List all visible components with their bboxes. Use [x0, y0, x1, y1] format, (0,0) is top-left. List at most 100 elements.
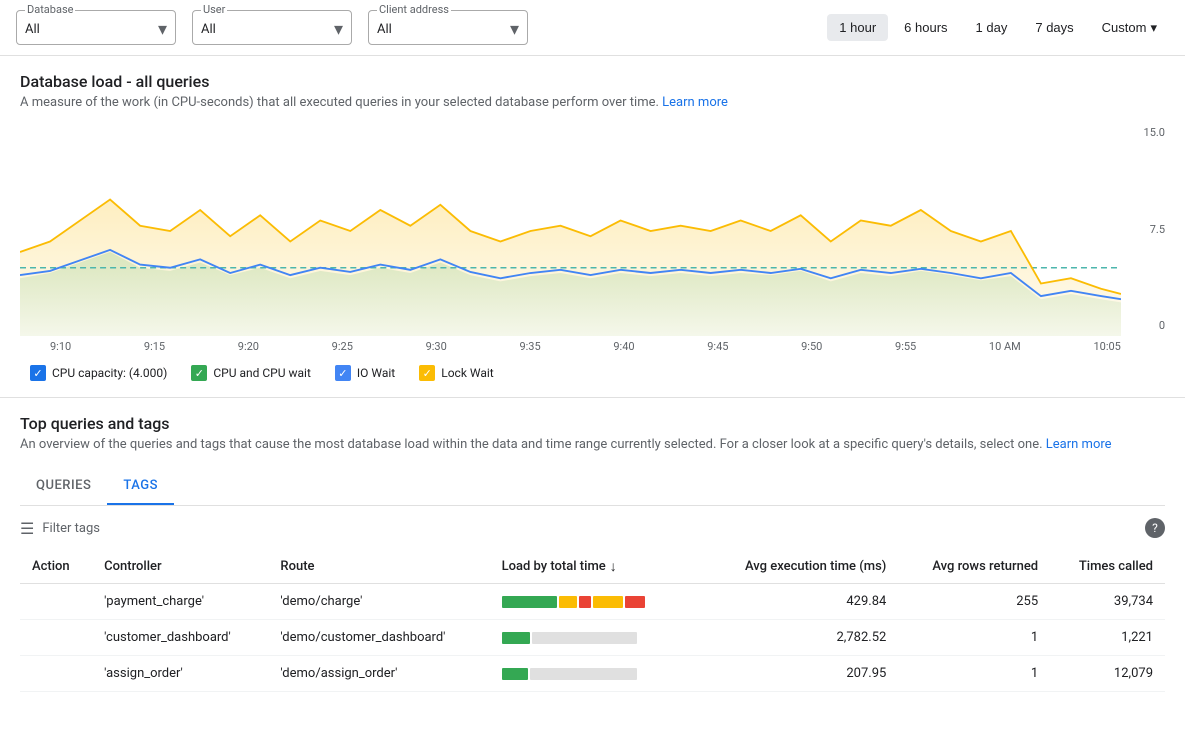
legend-lock-wait-check: ✓ [419, 365, 435, 381]
bottom-learn-more-link[interactable]: Learn more [1046, 437, 1112, 452]
help-icon[interactable]: ? [1145, 518, 1165, 538]
chart-learn-more-link[interactable]: Learn more [662, 95, 728, 110]
client-address-value: All [377, 22, 392, 37]
legend-cpu-wait: ✓ CPU and CPU wait [191, 365, 311, 381]
tab-queries[interactable]: QUERIES [20, 468, 107, 505]
section-divider [0, 397, 1185, 398]
x-label: 10 AM [989, 340, 1021, 353]
x-label: 9:25 [332, 340, 353, 353]
y-label-bottom: 0 [1159, 319, 1165, 332]
table-row[interactable]: 'payment_charge' 'demo/charge' 429.84 25… [20, 584, 1165, 620]
client-address-label: Client address [377, 3, 451, 16]
x-label: 9:40 [613, 340, 634, 353]
col-action: Action [20, 550, 92, 584]
legend-cpu-wait-check: ✓ [191, 365, 207, 381]
x-label: 10:05 [1093, 340, 1120, 353]
x-label: 9:50 [801, 340, 822, 353]
col-avg-exec: Avg execution time (ms) [705, 550, 898, 584]
cell-load [490, 656, 705, 692]
user-filter[interactable]: User All ▾ [192, 10, 352, 45]
time-btn-custom[interactable]: Custom ▾ [1090, 14, 1169, 42]
chart-section: Database load - all queries A measure of… [0, 56, 1185, 397]
database-arrow-icon: ▾ [158, 19, 167, 40]
cell-action [20, 656, 92, 692]
client-address-arrow-icon: ▾ [510, 19, 519, 40]
load-bar [502, 668, 662, 680]
database-filter[interactable]: Database All ▾ [16, 10, 176, 45]
user-filter-label: User [201, 3, 227, 16]
cell-controller: 'assign_order' [92, 656, 268, 692]
cell-times-called: 1,221 [1050, 620, 1165, 656]
chart-svg [20, 126, 1121, 336]
legend-lock-wait: ✓ Lock Wait [419, 365, 493, 381]
cell-avg-rows: 1 [898, 620, 1050, 656]
col-load[interactable]: Load by total time ↓ [490, 550, 705, 584]
x-label: 9:15 [144, 340, 165, 353]
time-btn-7days[interactable]: 7 days [1023, 14, 1085, 41]
database-filter-label: Database [25, 3, 75, 16]
time-btn-1day[interactable]: 1 day [964, 14, 1020, 41]
tab-tags[interactable]: TAGS [107, 468, 174, 505]
load-segment-orange2 [593, 596, 623, 608]
col-avg-rows: Avg rows returned [898, 550, 1050, 584]
cell-action [20, 584, 92, 620]
load-segment-gray [532, 632, 637, 644]
time-range-group: 1 hour 6 hours 1 day 7 days Custom ▾ [827, 14, 1169, 42]
col-route: Route [268, 550, 489, 584]
client-address-filter[interactable]: Client address All ▾ [368, 10, 528, 45]
chart-y-labels: 15.0 7.5 0 [1125, 126, 1165, 336]
cell-route: 'demo/customer_dashboard' [268, 620, 489, 656]
cell-avg-rows: 1 [898, 656, 1050, 692]
table-row[interactable]: 'assign_order' 'demo/assign_order' 207.9… [20, 656, 1165, 692]
user-arrow-icon: ▾ [334, 19, 343, 40]
x-label: 9:30 [426, 340, 447, 353]
client-address-select[interactable]: All ▾ [377, 15, 519, 40]
user-value: All [201, 22, 216, 37]
cell-times-called: 12,079 [1050, 656, 1165, 692]
chart-legend: ✓ CPU capacity: (4.000) ✓ CPU and CPU wa… [20, 353, 1165, 397]
load-bar [502, 596, 662, 608]
chart-area [20, 126, 1121, 336]
cell-route: 'demo/assign_order' [268, 656, 489, 692]
filter-icon: ☰ [20, 519, 34, 538]
time-btn-6hours[interactable]: 6 hours [892, 14, 959, 41]
load-segment-red [579, 596, 591, 608]
custom-arrow-icon: ▾ [1150, 20, 1157, 36]
table-row[interactable]: 'customer_dashboard' 'demo/customer_dash… [20, 620, 1165, 656]
cell-load [490, 584, 705, 620]
load-segment-red2 [625, 596, 645, 608]
user-select[interactable]: All ▾ [201, 15, 343, 40]
y-label-mid: 7.5 [1150, 223, 1165, 236]
filter-tags-left: ☰ Filter tags [20, 519, 100, 538]
cell-avg-rows: 255 [898, 584, 1050, 620]
x-axis-labels: 9:10 9:15 9:20 9:25 9:30 9:35 9:40 9:45 … [20, 336, 1165, 353]
data-table: Action Controller Route Load by total ti… [20, 550, 1165, 692]
table-header-row: Action Controller Route Load by total ti… [20, 550, 1165, 584]
load-segment-orange [559, 596, 577, 608]
custom-label: Custom [1102, 20, 1147, 35]
chart-container: 15.0 7.5 0 [20, 126, 1165, 336]
load-segment-green [502, 668, 528, 680]
chart-description: A measure of the work (in CPU-seconds) t… [20, 95, 1165, 110]
x-label: 9:20 [238, 340, 259, 353]
x-label: 9:10 [50, 340, 71, 353]
bottom-section: Top queries and tags An overview of the … [0, 414, 1185, 692]
bottom-description: An overview of the queries and tags that… [20, 437, 1165, 452]
legend-cpu-wait-label: CPU and CPU wait [213, 366, 311, 380]
load-bar [502, 632, 662, 644]
filter-tags-row: ☰ Filter tags ? [20, 518, 1165, 538]
col-controller: Controller [92, 550, 268, 584]
cell-controller: 'payment_charge' [92, 584, 268, 620]
load-segment-gray [530, 668, 637, 680]
legend-lock-wait-label: Lock Wait [441, 366, 493, 380]
cell-avg-exec: 2,782.52 [705, 620, 898, 656]
cell-avg-exec: 429.84 [705, 584, 898, 620]
legend-io-wait: ✓ IO Wait [335, 365, 395, 381]
col-times-called: Times called [1050, 550, 1165, 584]
load-segment-green [502, 632, 530, 644]
x-label: 9:55 [895, 340, 916, 353]
cell-times-called: 39,734 [1050, 584, 1165, 620]
database-select[interactable]: All ▾ [25, 15, 167, 40]
sort-arrow-icon: ↓ [610, 558, 617, 575]
time-btn-1hour[interactable]: 1 hour [827, 14, 888, 41]
